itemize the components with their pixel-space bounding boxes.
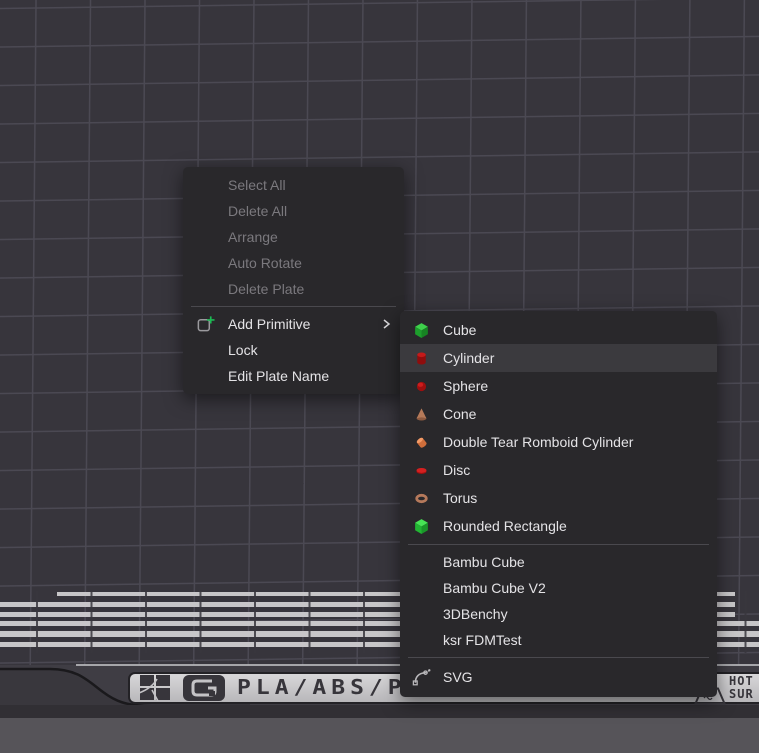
disc-icon xyxy=(400,462,443,479)
submenu-item-ksr-fdmtest[interactable]: ksr FDMTest xyxy=(400,627,717,653)
cylinder-icon xyxy=(400,350,443,367)
plate-base-strip xyxy=(0,705,759,718)
sphere-icon xyxy=(400,378,443,395)
submenu-item-sphere[interactable]: Sphere xyxy=(400,372,717,400)
submenu-item-svg[interactable]: SVG xyxy=(400,662,717,692)
submenu-separator xyxy=(408,657,709,658)
cone-icon xyxy=(400,406,443,423)
menu-item-add-primitive[interactable]: Add Primitive xyxy=(183,311,404,337)
bezier-curve-icon xyxy=(400,668,443,687)
menu-item-auto-rotate: Auto Rotate xyxy=(183,250,404,276)
submenu-item-cylinder[interactable]: Cylinder xyxy=(400,344,717,372)
menu-item-delete-all: Delete All xyxy=(183,198,404,224)
chevron-right-icon xyxy=(380,318,392,330)
submenu-item-3dbenchy[interactable]: 3DBenchy xyxy=(400,601,717,627)
menu-item-delete-plate: Delete Plate xyxy=(183,276,404,302)
add-primitive-submenu: Cube Cylinder Sphere xyxy=(400,311,717,697)
menu-separator xyxy=(191,306,396,307)
submenu-item-cube[interactable]: Cube xyxy=(400,316,717,344)
submenu-item-bambu-cube-v2[interactable]: Bambu Cube V2 xyxy=(400,575,717,601)
menu-item-arrange: Arrange xyxy=(183,224,404,250)
context-menu: Select All Delete All Arrange Auto Rotat… xyxy=(183,167,404,394)
windmill-logo-icon xyxy=(139,675,173,701)
submenu-item-disc[interactable]: Disc xyxy=(400,456,717,484)
double-tear-romboid-cylinder-icon xyxy=(400,434,443,451)
torus-icon xyxy=(400,490,443,507)
submenu-item-rounded-rectangle[interactable]: Rounded Rectangle xyxy=(400,512,717,540)
add-primitive-icon xyxy=(183,315,228,334)
table-surface xyxy=(0,718,759,753)
submenu-item-double-tear-romboid-cylinder[interactable]: Double Tear Romboid Cylinder xyxy=(400,428,717,456)
menu-item-edit-plate-name[interactable]: Edit Plate Name xyxy=(183,363,404,389)
plate-logo-icon xyxy=(182,674,226,702)
cube-icon xyxy=(400,322,443,339)
viewport-canvas[interactable]: PLA/ABS/PETG HOT SUR Select All Delete A… xyxy=(0,0,759,753)
menu-item-lock[interactable]: Lock xyxy=(183,337,404,363)
submenu-item-cone[interactable]: Cone xyxy=(400,400,717,428)
submenu-item-torus[interactable]: Torus xyxy=(400,484,717,512)
rounded-rectangle-icon xyxy=(400,518,443,535)
submenu-separator xyxy=(408,544,709,545)
hot-surface-warning-text: HOT SUR xyxy=(729,675,759,701)
menu-item-select-all: Select All xyxy=(183,172,404,198)
submenu-item-bambu-cube[interactable]: Bambu Cube xyxy=(400,549,717,575)
